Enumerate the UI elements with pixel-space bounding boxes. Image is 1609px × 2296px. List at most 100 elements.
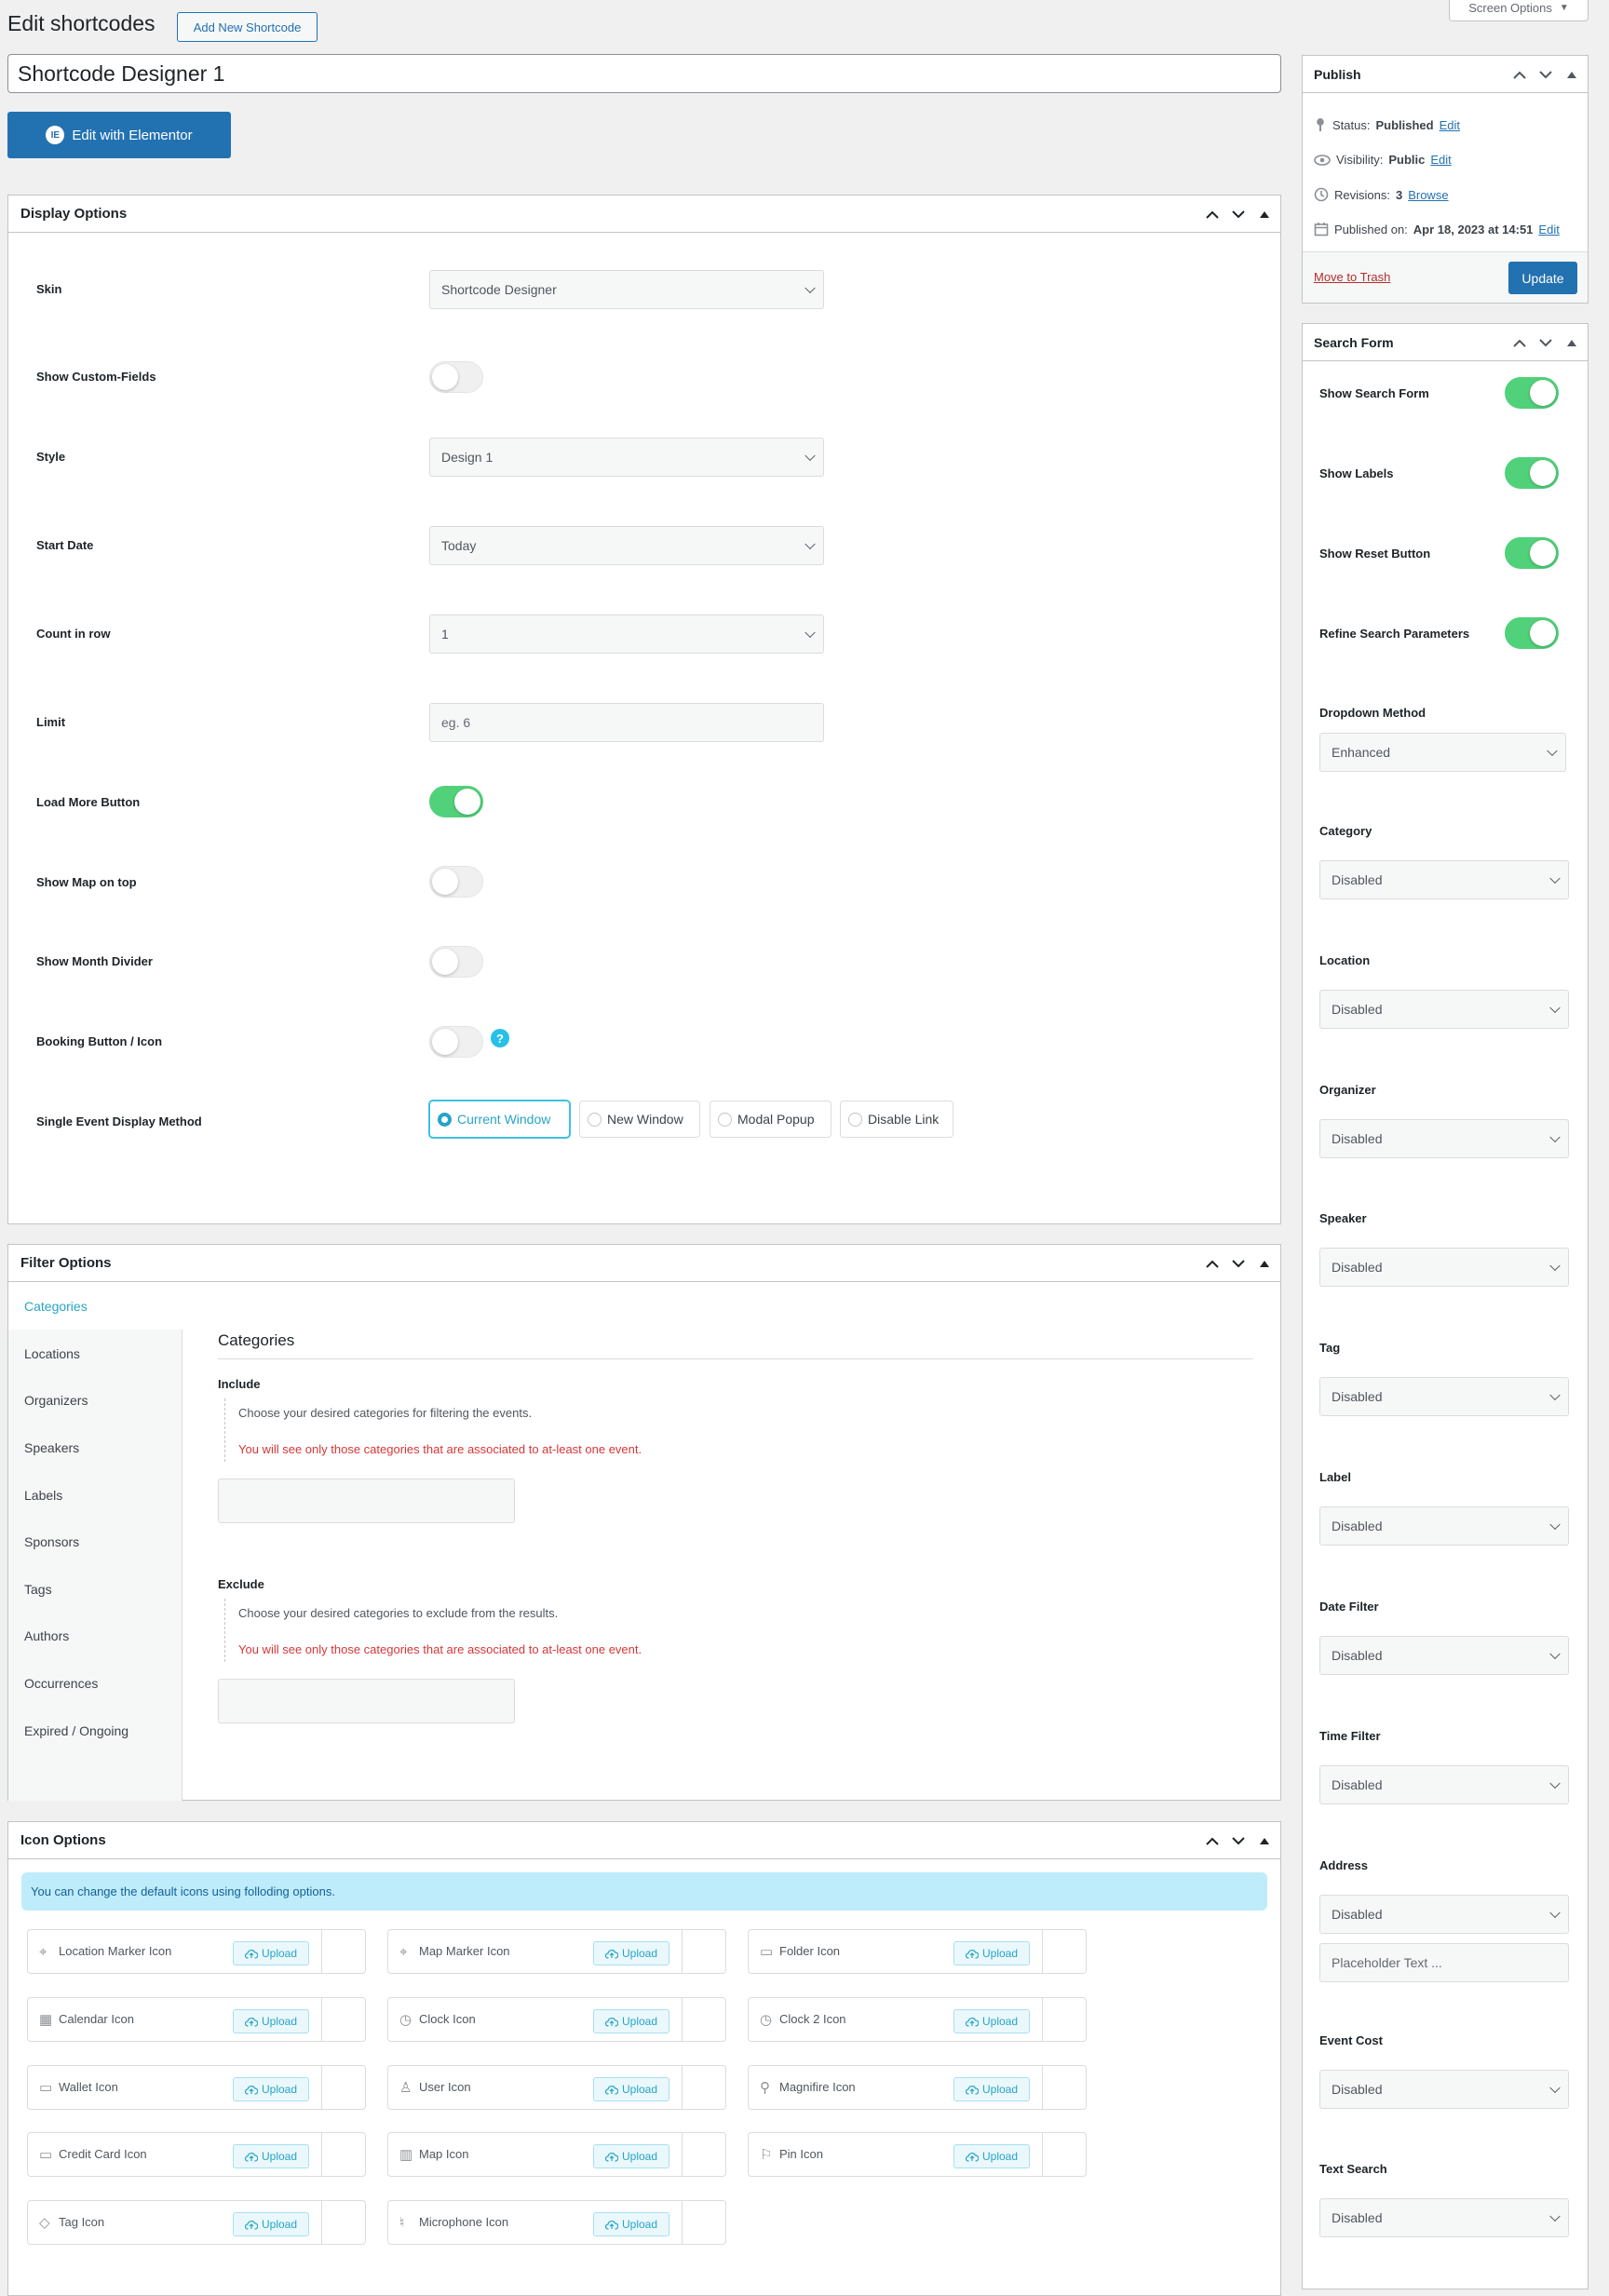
tab-tags[interactable]: Tags [8,1566,181,1613]
published-edit-link[interactable]: Edit [1538,223,1559,236]
upload-button[interactable]: Upload [233,2009,309,2033]
address-select[interactable]: Disabled [1319,1895,1569,1934]
icon-options-header[interactable]: Icon Options [8,1822,1280,1859]
category-select[interactable]: Disabled [1319,860,1569,899]
show-search-form-toggle[interactable] [1505,377,1559,409]
upload-button[interactable]: Upload [593,2144,669,2168]
cloud-upload-icon [244,2220,258,2230]
tab-labels[interactable]: Labels [8,1472,181,1519]
move-up-icon[interactable] [1204,1832,1221,1849]
address-placeholder-input[interactable]: Placeholder Text ... [1319,1943,1569,1982]
toggle-panel-icon[interactable] [1563,334,1580,351]
organizer-select[interactable]: Disabled [1319,1119,1569,1158]
move-down-icon[interactable] [1537,334,1554,351]
move-down-icon[interactable] [1230,1832,1247,1849]
show-labels-toggle[interactable] [1505,457,1559,489]
status-edit-link[interactable]: Edit [1440,118,1460,132]
radio-modal-popup[interactable]: Modal Popup [710,1101,832,1138]
tab-categories[interactable]: Categories [8,1283,183,1330]
help-icon[interactable]: ? [491,1029,509,1047]
tab-label: Authors [24,1628,70,1643]
limit-input[interactable]: eg. 6 [429,703,824,742]
browse-revisions-link[interactable]: Browse [1408,188,1448,202]
radio-disable-link[interactable]: Disable Link [840,1101,953,1138]
toggle-panel-icon[interactable] [1256,1255,1273,1272]
visibility-edit-link[interactable]: Edit [1430,153,1451,167]
upload-button[interactable]: Upload [953,1941,1030,1965]
tab-sponsors[interactable]: Sponsors [8,1519,181,1565]
location-select[interactable]: Disabled [1319,990,1569,1029]
move-up-icon[interactable] [1204,1255,1221,1272]
upload-button[interactable]: Upload [593,2077,669,2101]
exclude-warning-text: You will see only those categories that … [238,1642,642,1656]
icon-option-name: User Icon [419,2080,471,2094]
screen-options-button[interactable]: Screen Options ▼ [1449,0,1589,21]
tag-select[interactable]: Disabled [1319,1377,1569,1416]
booking-toggle[interactable] [429,1026,483,1058]
display-options-header[interactable]: Display Options [8,196,1280,233]
speaker-select[interactable]: Disabled [1319,1248,1569,1287]
tab-authors[interactable]: Authors [8,1613,181,1659]
categories-section-title: Categories [218,1331,295,1349]
tab-organizers[interactable]: Organizers [8,1377,181,1424]
move-down-icon[interactable] [1537,66,1554,83]
time-filter-select[interactable]: Disabled [1319,1765,1569,1804]
edit-with-elementor-button[interactable]: IE Edit with Elementor [7,112,231,158]
move-down-icon[interactable] [1230,206,1247,223]
month-divider-toggle[interactable] [429,946,483,978]
upload-button[interactable]: Upload [233,2077,309,2101]
count-in-row-label: Count in row [36,627,111,641]
upload-button[interactable]: Upload [593,2212,669,2236]
upload-button[interactable]: Upload [953,2009,1030,2033]
start-date-select[interactable]: Today [429,526,824,565]
upload-button[interactable]: Upload [593,2009,669,2033]
count-in-row-value: 1 [441,627,449,642]
upload-label: Upload [261,2015,298,2028]
tab-expired-ongoing[interactable]: Expired / Ongoing [8,1708,181,1754]
dropdown-method-select[interactable]: Enhanced [1319,733,1566,772]
event-cost-select[interactable]: Disabled [1319,2070,1569,2109]
move-up-icon[interactable] [1511,66,1528,83]
move-up-icon[interactable] [1511,334,1528,351]
load-more-toggle[interactable] [429,786,483,817]
upload-button[interactable]: Upload [233,1941,309,1965]
custom-fields-toggle[interactable] [429,361,483,393]
map-on-top-toggle[interactable] [429,866,483,898]
date-filter-select[interactable]: Disabled [1319,1636,1569,1675]
move-to-trash-link[interactable]: Move to Trash [1314,270,1390,284]
tab-speakers[interactable]: Speakers [8,1425,181,1471]
upload-button[interactable]: Upload [233,2212,309,2236]
status-value: Published [1375,117,1434,132]
upload-button[interactable]: Upload [233,2144,309,2168]
update-button[interactable]: Update [1508,262,1577,294]
move-down-icon[interactable] [1230,1255,1247,1272]
add-new-shortcode-button[interactable]: Add New Shortcode [177,12,318,42]
count-in-row-select[interactable]: 1 [429,615,824,654]
icon-option-card: ▭ Credit Card Icon Upload [27,2132,366,2177]
toggle-panel-icon[interactable] [1563,66,1580,83]
label-select[interactable]: Disabled [1319,1506,1569,1546]
upload-button[interactable]: Upload [953,2077,1030,2101]
exclude-categories-select[interactable] [218,1679,515,1723]
refine-search-toggle[interactable] [1505,617,1559,649]
radio-new-window[interactable]: New Window [579,1101,700,1138]
upload-button[interactable]: Upload [953,2144,1030,2168]
tab-occurrences[interactable]: Occurrences [8,1660,181,1707]
toggle-panel-icon[interactable] [1256,1832,1273,1849]
location-value: Disabled [1332,1002,1383,1017]
filter-options-header[interactable]: Filter Options [8,1245,1280,1282]
tab-locations[interactable]: Locations [8,1330,181,1377]
text-search-select[interactable]: Disabled [1319,2198,1569,2237]
radio-current-window[interactable]: Current Window [429,1101,570,1138]
toggle-panel-icon[interactable] [1256,206,1273,223]
show-reset-button-toggle[interactable] [1505,537,1559,569]
skin-select[interactable]: Shortcode Designer [429,270,824,309]
upload-label: Upload [981,2015,1019,2028]
dropdown-method-value: Enhanced [1332,745,1391,760]
show-search-form-label: Show Search Form [1319,386,1429,400]
upload-button[interactable]: Upload [593,1941,669,1965]
style-select[interactable]: Design 1 [429,438,824,477]
move-up-icon[interactable] [1204,206,1221,223]
include-categories-select[interactable] [218,1479,515,1523]
post-title-input[interactable]: Shortcode Designer 1 [7,54,1281,93]
